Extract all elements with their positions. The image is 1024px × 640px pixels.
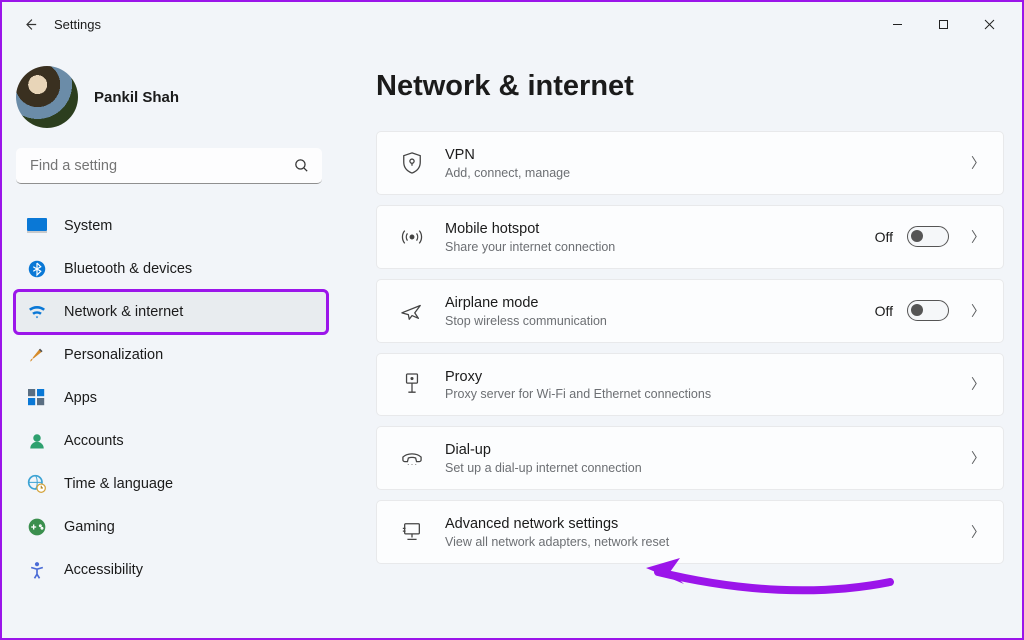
chevron-right-icon: 〉 [971,374,985,394]
card-vpn[interactable]: VPN Add, connect, manage 〉 [376,131,1004,195]
card-advanced-network[interactable]: Advanced network settings View all netwo… [376,500,1004,564]
card-title: Dial-up [445,441,963,460]
card-title: Mobile hotspot [445,220,875,239]
card-airplane-mode[interactable]: Airplane mode Stop wireless communicatio… [376,279,1004,343]
search-input[interactable] [16,148,322,184]
proxy-icon [395,372,429,396]
sidebar-item-accessibility[interactable]: Accessibility [16,550,326,590]
dialup-icon [395,448,429,468]
sidebar-item-personalization[interactable]: Personalization [16,335,326,375]
search-box[interactable] [16,148,322,184]
sidebar-item-label: System [64,218,112,234]
chevron-right-icon: 〉 [971,227,985,247]
card-title: Advanced network settings [445,515,963,534]
sidebar-item-apps[interactable]: Apps [16,378,326,418]
chevron-right-icon: 〉 [971,522,985,542]
nav-list: System Bluetooth & devices Network & int… [16,206,326,590]
bluetooth-icon [26,258,48,280]
chevron-right-icon: 〉 [971,448,985,468]
sidebar: Pankil Shah System Bluetooth & devices N… [2,46,334,638]
page-title: Network & internet [376,70,1004,103]
gaming-icon [26,516,48,538]
sidebar-item-label: Bluetooth & devices [64,261,192,277]
window-controls [874,8,1012,40]
toggle-state-label: Off [875,303,893,319]
chevron-right-icon: 〉 [971,301,985,321]
user-name: Pankil Shah [94,89,179,106]
shield-icon [395,151,429,175]
sidebar-item-label: Time & language [64,476,173,492]
card-subtitle: Proxy server for Wi-Fi and Ethernet conn… [445,387,963,401]
toggle-state-label: Off [875,229,893,245]
card-dialup[interactable]: Dial-up Set up a dial-up internet connec… [376,426,1004,490]
close-button[interactable] [966,8,1012,40]
search-icon [293,157,310,179]
globe-clock-icon [26,473,48,495]
settings-card-list: VPN Add, connect, manage 〉 Mobile hotspo… [376,131,1004,564]
card-subtitle: View all network adapters, network reset [445,535,963,549]
card-title: Proxy [445,368,963,387]
hotspot-toggle[interactable] [907,226,949,247]
card-subtitle: Set up a dial-up internet connection [445,461,963,475]
sidebar-item-accounts[interactable]: Accounts [16,421,326,461]
avatar [16,66,78,128]
sidebar-item-time-language[interactable]: Time & language [16,464,326,504]
apps-icon [26,387,48,409]
paintbrush-icon [26,344,48,366]
card-subtitle: Stop wireless communication [445,314,875,328]
card-subtitle: Add, connect, manage [445,166,963,180]
wifi-icon [26,301,48,323]
user-profile[interactable]: Pankil Shah [16,58,326,148]
network-adapter-icon [395,521,429,543]
card-proxy[interactable]: Proxy Proxy server for Wi-Fi and Etherne… [376,353,1004,417]
sidebar-item-label: Personalization [64,347,163,363]
maximize-button[interactable] [920,8,966,40]
minimize-button[interactable] [874,8,920,40]
back-arrow-icon [22,16,39,33]
card-title: Airplane mode [445,294,875,313]
sidebar-item-label: Network & internet [64,304,183,320]
card-mobile-hotspot[interactable]: Mobile hotspot Share your internet conne… [376,205,1004,269]
sidebar-item-bluetooth[interactable]: Bluetooth & devices [16,249,326,289]
airplane-toggle[interactable] [907,300,949,321]
hotspot-icon [395,227,429,247]
accessibility-icon [26,559,48,581]
system-icon [26,215,48,237]
airplane-icon [395,300,429,322]
sidebar-item-gaming[interactable]: Gaming [16,507,326,547]
window-title: Settings [54,17,101,32]
back-button[interactable] [12,6,48,42]
sidebar-item-system[interactable]: System [16,206,326,246]
chevron-right-icon: 〉 [971,153,985,173]
sidebar-item-network[interactable]: Network & internet [16,292,326,332]
card-subtitle: Share your internet connection [445,240,875,254]
sidebar-item-label: Accounts [64,433,124,449]
titlebar: Settings [2,2,1022,46]
accounts-icon [26,430,48,452]
sidebar-item-label: Apps [64,390,97,406]
sidebar-item-label: Accessibility [64,562,143,578]
sidebar-item-label: Gaming [64,519,115,535]
card-title: VPN [445,146,963,165]
main-content: Network & internet VPN Add, connect, man… [334,46,1022,638]
